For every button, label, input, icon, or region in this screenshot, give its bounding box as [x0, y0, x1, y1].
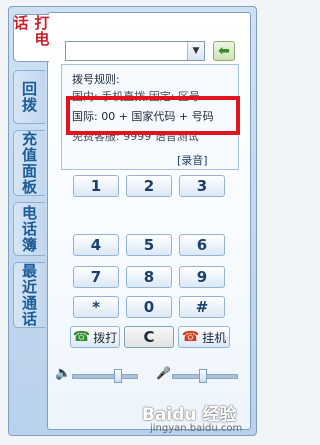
dial-label: 拨打 [93, 330, 118, 345]
key-hash[interactable]: # [179, 296, 225, 318]
clear-button[interactable]: C [124, 326, 174, 348]
baidu-watermark-logo: Baidu 经验 [142, 405, 237, 425]
key-1[interactable]: 1 [73, 175, 119, 197]
clear-label: C [143, 328, 155, 346]
tab-callback[interactable]: 回拨 [13, 70, 45, 124]
tab-recent-calls[interactable]: 最近通话 [13, 262, 45, 328]
watermark-url: jingyan.baidu.com [150, 423, 243, 434]
key-4[interactable]: 4 [73, 234, 119, 256]
key-star[interactable]: * [73, 296, 119, 318]
key-0[interactable]: 0 [126, 296, 172, 318]
key-2[interactable]: 2 [126, 175, 172, 197]
backspace-button[interactable]: ⬅ [213, 41, 235, 61]
record-link[interactable]: [录音] [177, 152, 208, 168]
key-5[interactable]: 5 [126, 234, 172, 256]
tab-call[interactable]: 打电话 [12, 14, 51, 62]
key-6[interactable]: 6 [179, 234, 225, 256]
highlight-frame [66, 96, 240, 135]
dial-button[interactable]: ☎ 拨打 [70, 326, 120, 348]
key-9[interactable]: 9 [179, 266, 225, 288]
key-8[interactable]: 8 [126, 266, 172, 288]
speaker-volume-thumb[interactable] [114, 369, 122, 383]
hangup-button[interactable]: ☎ 挂机 [178, 326, 230, 348]
speaker-volume-slider[interactable] [72, 369, 138, 383]
rules-title: 拨号规则: [72, 73, 120, 86]
key-7[interactable]: 7 [73, 266, 119, 288]
microphone-icon: 🎤 [156, 366, 171, 380]
tab-phonebook[interactable]: 电话簿 [13, 202, 45, 256]
speaker-icon: 🔈 [55, 366, 72, 381]
hangup-label: 挂机 [202, 330, 227, 345]
back-arrow-icon: ⬅ [218, 43, 230, 59]
mic-volume-slider[interactable] [172, 369, 238, 383]
phone-hangup-icon: ☎ [181, 329, 200, 345]
dropdown-arrow-icon[interactable]: ▼ [187, 42, 204, 60]
tab-recharge[interactable]: 充值面板 [13, 130, 45, 196]
number-combobox[interactable]: ▼ [65, 41, 205, 61]
mic-volume-thumb[interactable] [199, 369, 207, 383]
phone-pickup-icon: ☎ [72, 329, 91, 345]
key-3[interactable]: 3 [179, 175, 225, 197]
